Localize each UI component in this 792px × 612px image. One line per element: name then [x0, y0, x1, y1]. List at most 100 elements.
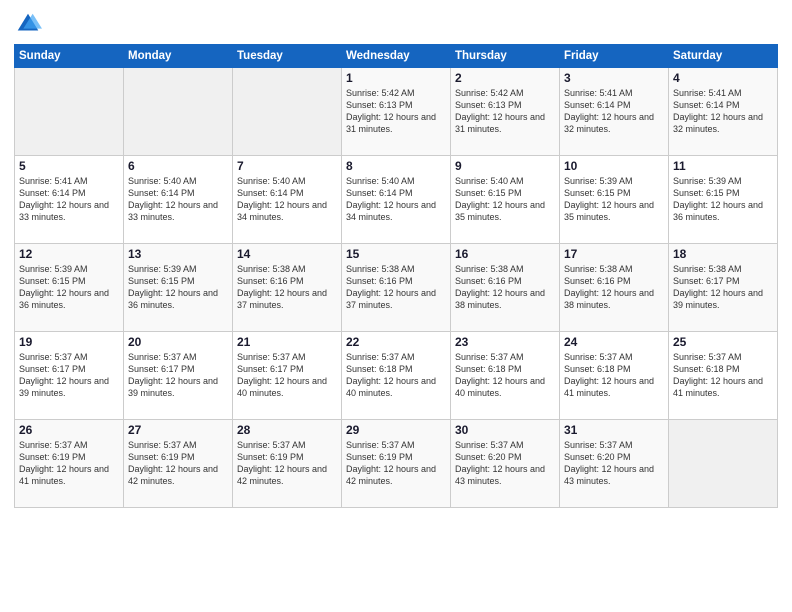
day-number: 9	[455, 159, 555, 173]
day-info: Sunrise: 5:37 AM Sunset: 6:18 PM Dayligh…	[455, 351, 555, 400]
day-cell: 23 Sunrise: 5:37 AM Sunset: 6:18 PM Dayli…	[451, 332, 560, 420]
day-cell: 24 Sunrise: 5:37 AM Sunset: 6:18 PM Dayli…	[560, 332, 669, 420]
col-header-thursday: Thursday	[451, 45, 560, 68]
day-info: Sunrise: 5:40 AM Sunset: 6:14 PM Dayligh…	[237, 175, 337, 224]
day-info: Sunrise: 5:40 AM Sunset: 6:14 PM Dayligh…	[128, 175, 228, 224]
day-number: 12	[19, 247, 119, 261]
day-info: Sunrise: 5:41 AM Sunset: 6:14 PM Dayligh…	[673, 87, 773, 136]
day-cell: 2 Sunrise: 5:42 AM Sunset: 6:13 PM Daylig…	[451, 68, 560, 156]
day-cell: 29Sunrise: 5:37 AM Sunset: 6:19 PM Dayli…	[342, 420, 451, 508]
day-info: Sunrise: 5:37 AM Sunset: 6:20 PM Dayligh…	[564, 439, 664, 488]
week-row-3: 12 Sunrise: 5:39 AM Sunset: 6:15 PM Dayli…	[15, 244, 778, 332]
day-number: 31	[564, 423, 664, 437]
day-number: 1	[346, 71, 446, 85]
day-cell	[669, 420, 778, 508]
day-number: 14	[237, 247, 337, 261]
day-info: Sunrise: 5:40 AM Sunset: 6:15 PM Dayligh…	[455, 175, 555, 224]
week-row-4: 19Sunrise: 5:37 AM Sunset: 6:17 PM Dayli…	[15, 332, 778, 420]
day-number: 27	[128, 423, 228, 437]
day-number: 25	[673, 335, 773, 349]
day-cell	[124, 68, 233, 156]
day-cell: 11 Sunrise: 5:39 AM Sunset: 6:15 PM Dayli…	[669, 156, 778, 244]
day-info: Sunrise: 5:37 AM Sunset: 6:18 PM Dayligh…	[564, 351, 664, 400]
col-header-friday: Friday	[560, 45, 669, 68]
day-number: 30	[455, 423, 555, 437]
logo	[14, 10, 45, 38]
day-number: 28	[237, 423, 337, 437]
day-info: Sunrise: 5:37 AM Sunset: 6:19 PM Dayligh…	[237, 439, 337, 488]
col-header-tuesday: Tuesday	[233, 45, 342, 68]
day-cell: 13 Sunrise: 5:39 AM Sunset: 6:15 PM Dayli…	[124, 244, 233, 332]
day-info: Sunrise: 5:38 AM Sunset: 6:17 PM Dayligh…	[673, 263, 773, 312]
day-cell: 14 Sunrise: 5:38 AM Sunset: 6:16 PM Dayli…	[233, 244, 342, 332]
day-number: 24	[564, 335, 664, 349]
day-cell: 5 Sunrise: 5:41 AM Sunset: 6:14 PM Daylig…	[15, 156, 124, 244]
day-cell: 9 Sunrise: 5:40 AM Sunset: 6:15 PM Daylig…	[451, 156, 560, 244]
day-number: 4	[673, 71, 773, 85]
day-info: Sunrise: 5:41 AM Sunset: 6:14 PM Dayligh…	[564, 87, 664, 136]
day-cell: 31 Sunrise: 5:37 AM Sunset: 6:20 PM Dayli…	[560, 420, 669, 508]
col-header-wednesday: Wednesday	[342, 45, 451, 68]
day-info: Sunrise: 5:39 AM Sunset: 6:15 PM Dayligh…	[19, 263, 119, 312]
calendar-header-row: SundayMondayTuesdayWednesdayThursdayFrid…	[15, 45, 778, 68]
day-info: Sunrise: 5:37 AM Sunset: 6:17 PM Dayligh…	[237, 351, 337, 400]
day-info: Sunrise: 5:37 AM Sunset: 6:17 PM Dayligh…	[19, 351, 119, 400]
week-row-1: 1 Sunrise: 5:42 AM Sunset: 6:13 PM Daylig…	[15, 68, 778, 156]
day-cell: 16Sunrise: 5:38 AM Sunset: 6:16 PM Dayli…	[451, 244, 560, 332]
day-number: 15	[346, 247, 446, 261]
week-row-5: 26 Sunrise: 5:37 AM Sunset: 6:19 PM Dayli…	[15, 420, 778, 508]
day-info: Sunrise: 5:39 AM Sunset: 6:15 PM Dayligh…	[128, 263, 228, 312]
day-info: Sunrise: 5:42 AM Sunset: 6:13 PM Dayligh…	[455, 87, 555, 136]
day-cell: 25 Sunrise: 5:37 AM Sunset: 6:18 PM Dayli…	[669, 332, 778, 420]
day-cell: 6 Sunrise: 5:40 AM Sunset: 6:14 PM Daylig…	[124, 156, 233, 244]
day-info: Sunrise: 5:38 AM Sunset: 6:16 PM Dayligh…	[346, 263, 446, 312]
day-number: 5	[19, 159, 119, 173]
day-info: Sunrise: 5:37 AM Sunset: 6:19 PM Dayligh…	[128, 439, 228, 488]
day-number: 21	[237, 335, 337, 349]
day-number: 11	[673, 159, 773, 173]
page-header	[14, 10, 778, 38]
day-cell	[233, 68, 342, 156]
calendar-table: SundayMondayTuesdayWednesdayThursdayFrid…	[14, 44, 778, 508]
day-info: Sunrise: 5:37 AM Sunset: 6:19 PM Dayligh…	[19, 439, 119, 488]
day-number: 8	[346, 159, 446, 173]
day-number: 20	[128, 335, 228, 349]
day-number: 10	[564, 159, 664, 173]
day-number: 29	[346, 423, 446, 437]
day-cell: 4 Sunrise: 5:41 AM Sunset: 6:14 PM Daylig…	[669, 68, 778, 156]
day-number: 22	[346, 335, 446, 349]
day-info: Sunrise: 5:39 AM Sunset: 6:15 PM Dayligh…	[673, 175, 773, 224]
day-number: 3	[564, 71, 664, 85]
day-info: Sunrise: 5:37 AM Sunset: 6:18 PM Dayligh…	[673, 351, 773, 400]
day-cell: 19Sunrise: 5:37 AM Sunset: 6:17 PM Dayli…	[15, 332, 124, 420]
calendar-body: 1 Sunrise: 5:42 AM Sunset: 6:13 PM Daylig…	[15, 68, 778, 508]
day-cell: 18 Sunrise: 5:38 AM Sunset: 6:17 PM Dayli…	[669, 244, 778, 332]
day-number: 18	[673, 247, 773, 261]
day-info: Sunrise: 5:37 AM Sunset: 6:20 PM Dayligh…	[455, 439, 555, 488]
day-cell: 28 Sunrise: 5:37 AM Sunset: 6:19 PM Dayli…	[233, 420, 342, 508]
day-number: 16	[455, 247, 555, 261]
day-info: Sunrise: 5:37 AM Sunset: 6:17 PM Dayligh…	[128, 351, 228, 400]
col-header-monday: Monday	[124, 45, 233, 68]
day-cell: 12 Sunrise: 5:39 AM Sunset: 6:15 PM Dayli…	[15, 244, 124, 332]
day-number: 2	[455, 71, 555, 85]
day-cell: 15 Sunrise: 5:38 AM Sunset: 6:16 PM Dayli…	[342, 244, 451, 332]
day-cell: 20 Sunrise: 5:37 AM Sunset: 6:17 PM Dayli…	[124, 332, 233, 420]
day-cell: 30 Sunrise: 5:37 AM Sunset: 6:20 PM Dayli…	[451, 420, 560, 508]
day-info: Sunrise: 5:38 AM Sunset: 6:16 PM Dayligh…	[237, 263, 337, 312]
day-cell: 3 Sunrise: 5:41 AM Sunset: 6:14 PM Daylig…	[560, 68, 669, 156]
day-number: 6	[128, 159, 228, 173]
day-number: 26	[19, 423, 119, 437]
day-info: Sunrise: 5:40 AM Sunset: 6:14 PM Dayligh…	[346, 175, 446, 224]
day-cell: 17Sunrise: 5:38 AM Sunset: 6:16 PM Dayli…	[560, 244, 669, 332]
day-number: 13	[128, 247, 228, 261]
col-header-sunday: Sunday	[15, 45, 124, 68]
week-row-2: 5 Sunrise: 5:41 AM Sunset: 6:14 PM Daylig…	[15, 156, 778, 244]
day-cell: 27 Sunrise: 5:37 AM Sunset: 6:19 PM Dayli…	[124, 420, 233, 508]
day-cell: 7Sunrise: 5:40 AM Sunset: 6:14 PM Daylig…	[233, 156, 342, 244]
day-number: 23	[455, 335, 555, 349]
day-cell: 26 Sunrise: 5:37 AM Sunset: 6:19 PM Dayli…	[15, 420, 124, 508]
day-cell: 22Sunrise: 5:37 AM Sunset: 6:18 PM Dayli…	[342, 332, 451, 420]
day-info: Sunrise: 5:41 AM Sunset: 6:14 PM Dayligh…	[19, 175, 119, 224]
day-number: 17	[564, 247, 664, 261]
